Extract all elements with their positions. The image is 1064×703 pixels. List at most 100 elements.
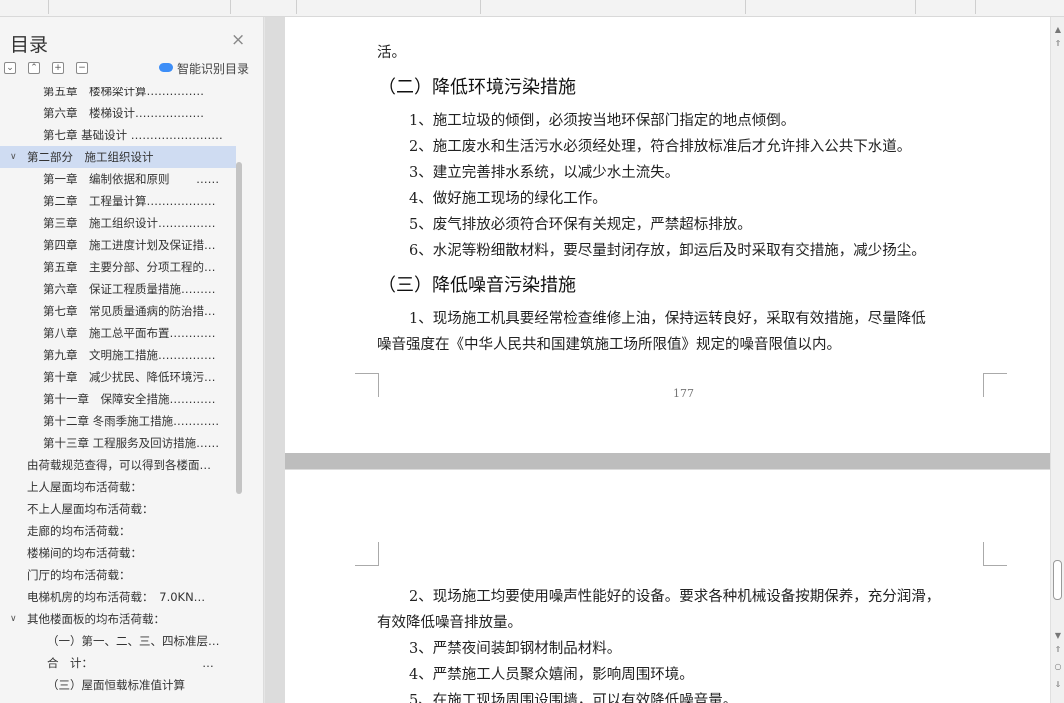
toc-item[interactable]: 第八章 施工总平面布置…………	[0, 322, 236, 344]
remove-heading-icon[interactable]: −	[76, 62, 88, 74]
toc-item-label: 门厅的均布活荷载：	[27, 568, 131, 582]
toc-item[interactable]: 第二章 工程量计算………………	[0, 190, 236, 212]
toc-item-label: （一）第一、二、三、四标准层…	[47, 634, 220, 648]
toc-item[interactable]: 第十三章 工程服务及回访措施……	[0, 432, 236, 454]
chevron-down-icon[interactable]: ∨	[10, 146, 17, 168]
toc-item-label: 第六章 楼梯设计………………	[43, 106, 204, 120]
paragraph-line: 5、在施工现场周围设围墙，可以有效降低噪音量。	[409, 693, 738, 703]
toc-item[interactable]: 第六章 保证工程质量措施………	[0, 278, 236, 300]
collapse-all-icon[interactable]: ⌄	[4, 62, 16, 74]
toc-item-label: 其他楼面板的均布活荷载：	[27, 612, 165, 626]
toc-item-label: 上人屋面均布活荷载：	[27, 480, 142, 494]
toc-item[interactable]: 第六章 楼梯设计………………	[0, 102, 236, 124]
toc-item[interactable]: 第三章 施工组织设计……………	[0, 212, 236, 234]
toc-item[interactable]: ∨ 第二部分 施工组织设计	[0, 146, 236, 168]
paragraph-line: 4、严禁施工人员聚众嬉闹，影响周围环境。	[409, 667, 694, 683]
add-heading-icon[interactable]: +	[52, 62, 64, 74]
paragraph-line: 4、做好施工现场的绿化工作。	[409, 191, 607, 207]
paragraph-line: 2、现场施工均要使用噪声性能好的设备。要求各种机械设备按期保养，充分润滑，	[409, 589, 941, 605]
toc-item-label: 走廊的均布活荷载：	[27, 524, 131, 538]
toc-item[interactable]: 电梯机房的均布活荷载： 7.0KN…	[0, 586, 236, 608]
toc-list: 第五章 楼梯梁计算…………… 第六章 楼梯设计……………… 第七章 基础设计 …………	[0, 87, 236, 703]
toc-item-label: 第五章 楼梯梁计算……………	[43, 87, 204, 98]
toc-item[interactable]: 第四章 施工进度计划及保证措…	[0, 234, 236, 256]
chevron-down-icon[interactable]: ∨	[10, 608, 17, 630]
toc-item-label: 第三章 施工组织设计……………	[43, 216, 216, 230]
toc-item[interactable]: ∨ 其他楼面板的均布活荷载：	[0, 608, 236, 630]
toc-scrollbar-thumb[interactable]	[236, 162, 242, 494]
page-up-small-icon[interactable]: ⇑	[1054, 645, 1062, 654]
select-browse-icon[interactable]: ○	[1054, 662, 1062, 671]
toc-item-label: 第七章 常见质量通病的防治措…	[43, 304, 216, 318]
toolbar-strip	[0, 0, 1064, 17]
toc-item[interactable]: 第七章 基础设计 ……………………	[0, 124, 236, 146]
margin-corner	[983, 542, 1007, 566]
toc-item[interactable]: 不上人屋面均布活荷载：	[0, 498, 236, 520]
toc-item-label: 电梯机房的均布活荷载： 7.0KN…	[27, 590, 206, 604]
toc-item[interactable]: 门厅的均布活荷载：	[0, 564, 236, 586]
toc-item-label: 第十二章 冬雨季施工措施…………	[43, 414, 220, 428]
paragraph-line: 活。	[377, 45, 406, 61]
smart-detect-icon[interactable]	[159, 63, 173, 72]
toc-item[interactable]: 由荷载规范查得，可以得到各楼面…	[0, 454, 236, 476]
paragraph-line: 5、废气排放必须符合环保有关规定，严禁超标排放。	[409, 217, 752, 233]
toc-item-label: 第六章 保证工程质量措施………	[43, 282, 216, 296]
toc-item-label: 楼梯间的均布活荷载：	[27, 546, 142, 560]
page-down-icon[interactable]: ⇓	[1054, 680, 1062, 689]
paragraph-line: 1、施工垃圾的倾倒，必须按当地环保部门指定的地点倾倒。	[409, 113, 796, 129]
toc-item-label: 第十一章 保障安全措施…………	[43, 392, 216, 406]
toc-item[interactable]: （一）第一、二、三、四标准层…	[0, 630, 236, 652]
toc-item-label: 第二章 工程量计算………………	[43, 194, 216, 208]
app-window: 目录 × ⌄ ⌃ + − 智能识别目录 第五章 楼梯梁计算…………… 第六章 楼梯…	[0, 0, 1064, 703]
paragraph-line: 3、建立完善排水系统，以减少水土流失。	[409, 165, 680, 181]
margin-corner	[983, 373, 1007, 397]
paragraph-line: 1、现场施工机具要经常检查维修上油，保持运转良好，采取有效措施，尽量降低	[409, 311, 926, 327]
expand-all-icon[interactable]: ⌃	[28, 62, 40, 74]
toc-item-label: 不上人屋面均布活荷载：	[27, 502, 154, 516]
close-icon[interactable]: ×	[231, 30, 245, 50]
toc-item[interactable]: 第九章 文明施工措施……………	[0, 344, 236, 366]
smart-detect-button[interactable]: 智能识别目录	[177, 60, 249, 77]
section-heading: （二）降低环境污染措施	[378, 77, 576, 98]
page-number: 177	[673, 387, 694, 400]
margin-corner	[355, 542, 379, 566]
scrollbar-thumb[interactable]	[1053, 560, 1062, 600]
document-page: 2、现场施工均要使用噪声性能好的设备。要求各种机械设备按期保养，充分润滑， 有效降…	[285, 470, 1050, 703]
toc-item[interactable]: 第七章 常见质量通病的防治措…	[0, 300, 236, 322]
document-page: 活。 （二）降低环境污染措施 1、施工垃圾的倾倒，必须按当地环保部门指定的地点倾倒。…	[285, 17, 1050, 453]
document-area: 活。 （二）降低环境污染措施 1、施工垃圾的倾倒，必须按当地环保部门指定的地点倾倒。…	[265, 17, 1050, 703]
toc-item[interactable]: 第十章 减少扰民、降低环境污…	[0, 366, 236, 388]
scroll-down-icon[interactable]: ▼	[1054, 631, 1062, 640]
toc-item-label: 合 计： …	[47, 656, 214, 670]
toc-title: 目录	[10, 34, 49, 56]
scroll-up-icon[interactable]: ▲	[1054, 25, 1062, 34]
toc-item-label: 第七章 基础设计 ……………………	[43, 128, 223, 142]
toc-item[interactable]: （三）屋面恒载标准值计算	[0, 674, 236, 696]
toc-item[interactable]: 第十二章 冬雨季施工措施…………	[0, 410, 236, 432]
page-up-icon[interactable]: ⇑	[1054, 39, 1062, 48]
toc-item[interactable]: 合 计： …	[0, 652, 236, 674]
page-separator	[285, 453, 1050, 469]
toc-item-label: 第八章 施工总平面布置…………	[43, 326, 216, 340]
toc-item-label: 由荷载规范查得，可以得到各楼面…	[27, 458, 211, 472]
toc-item[interactable]: 第五章 楼梯梁计算……………	[0, 87, 236, 102]
toc-item-label: 第十章 减少扰民、降低环境污…	[43, 370, 216, 384]
margin-corner	[355, 373, 379, 397]
toc-item[interactable]: 走廊的均布活荷载：	[0, 520, 236, 542]
toc-item[interactable]: 楼梯间的均布活荷载：	[0, 542, 236, 564]
paragraph-line: 2、施工废水和生活污水必须经处理，符合排放标准后才允许排入公共下水道。	[409, 139, 912, 155]
toc-panel: 目录 × ⌄ ⌃ + − 智能识别目录 第五章 楼梯梁计算…………… 第六章 楼梯…	[0, 17, 264, 703]
toc-item[interactable]: 上人屋面均布活荷载：	[0, 476, 236, 498]
paragraph-line: 6、水泥等粉细散材料，要尽量封闭存放，卸运后及时采取有交措施，减少扬尘。	[409, 243, 926, 259]
toc-item[interactable]: 第一章 编制依据和原则 ……	[0, 168, 236, 190]
toc-item[interactable]: 第五章 主要分部、分项工程的…	[0, 256, 236, 278]
toc-item-label: 第九章 文明施工措施……………	[43, 348, 216, 362]
vertical-scrollbar[interactable]: ▲ ⇑ ▼ ⇑ ○ ⇓	[1050, 17, 1064, 703]
paragraph-line: 有效降低噪音排放量。	[377, 615, 522, 631]
toc-item-label: （三）屋面恒载标准值计算	[47, 678, 185, 692]
paragraph-line: 噪音强度在《中华人民共和国建筑施工场所限值》规定的噪音限值以内。	[377, 337, 841, 353]
toc-item-label: 第五章 主要分部、分项工程的…	[43, 260, 216, 274]
toc-item[interactable]: 第十一章 保障安全措施…………	[0, 388, 236, 410]
paragraph-line: 3、严禁夜间装卸钢材制品材料。	[409, 641, 622, 657]
toc-item-label: 第四章 施工进度计划及保证措…	[43, 238, 216, 252]
